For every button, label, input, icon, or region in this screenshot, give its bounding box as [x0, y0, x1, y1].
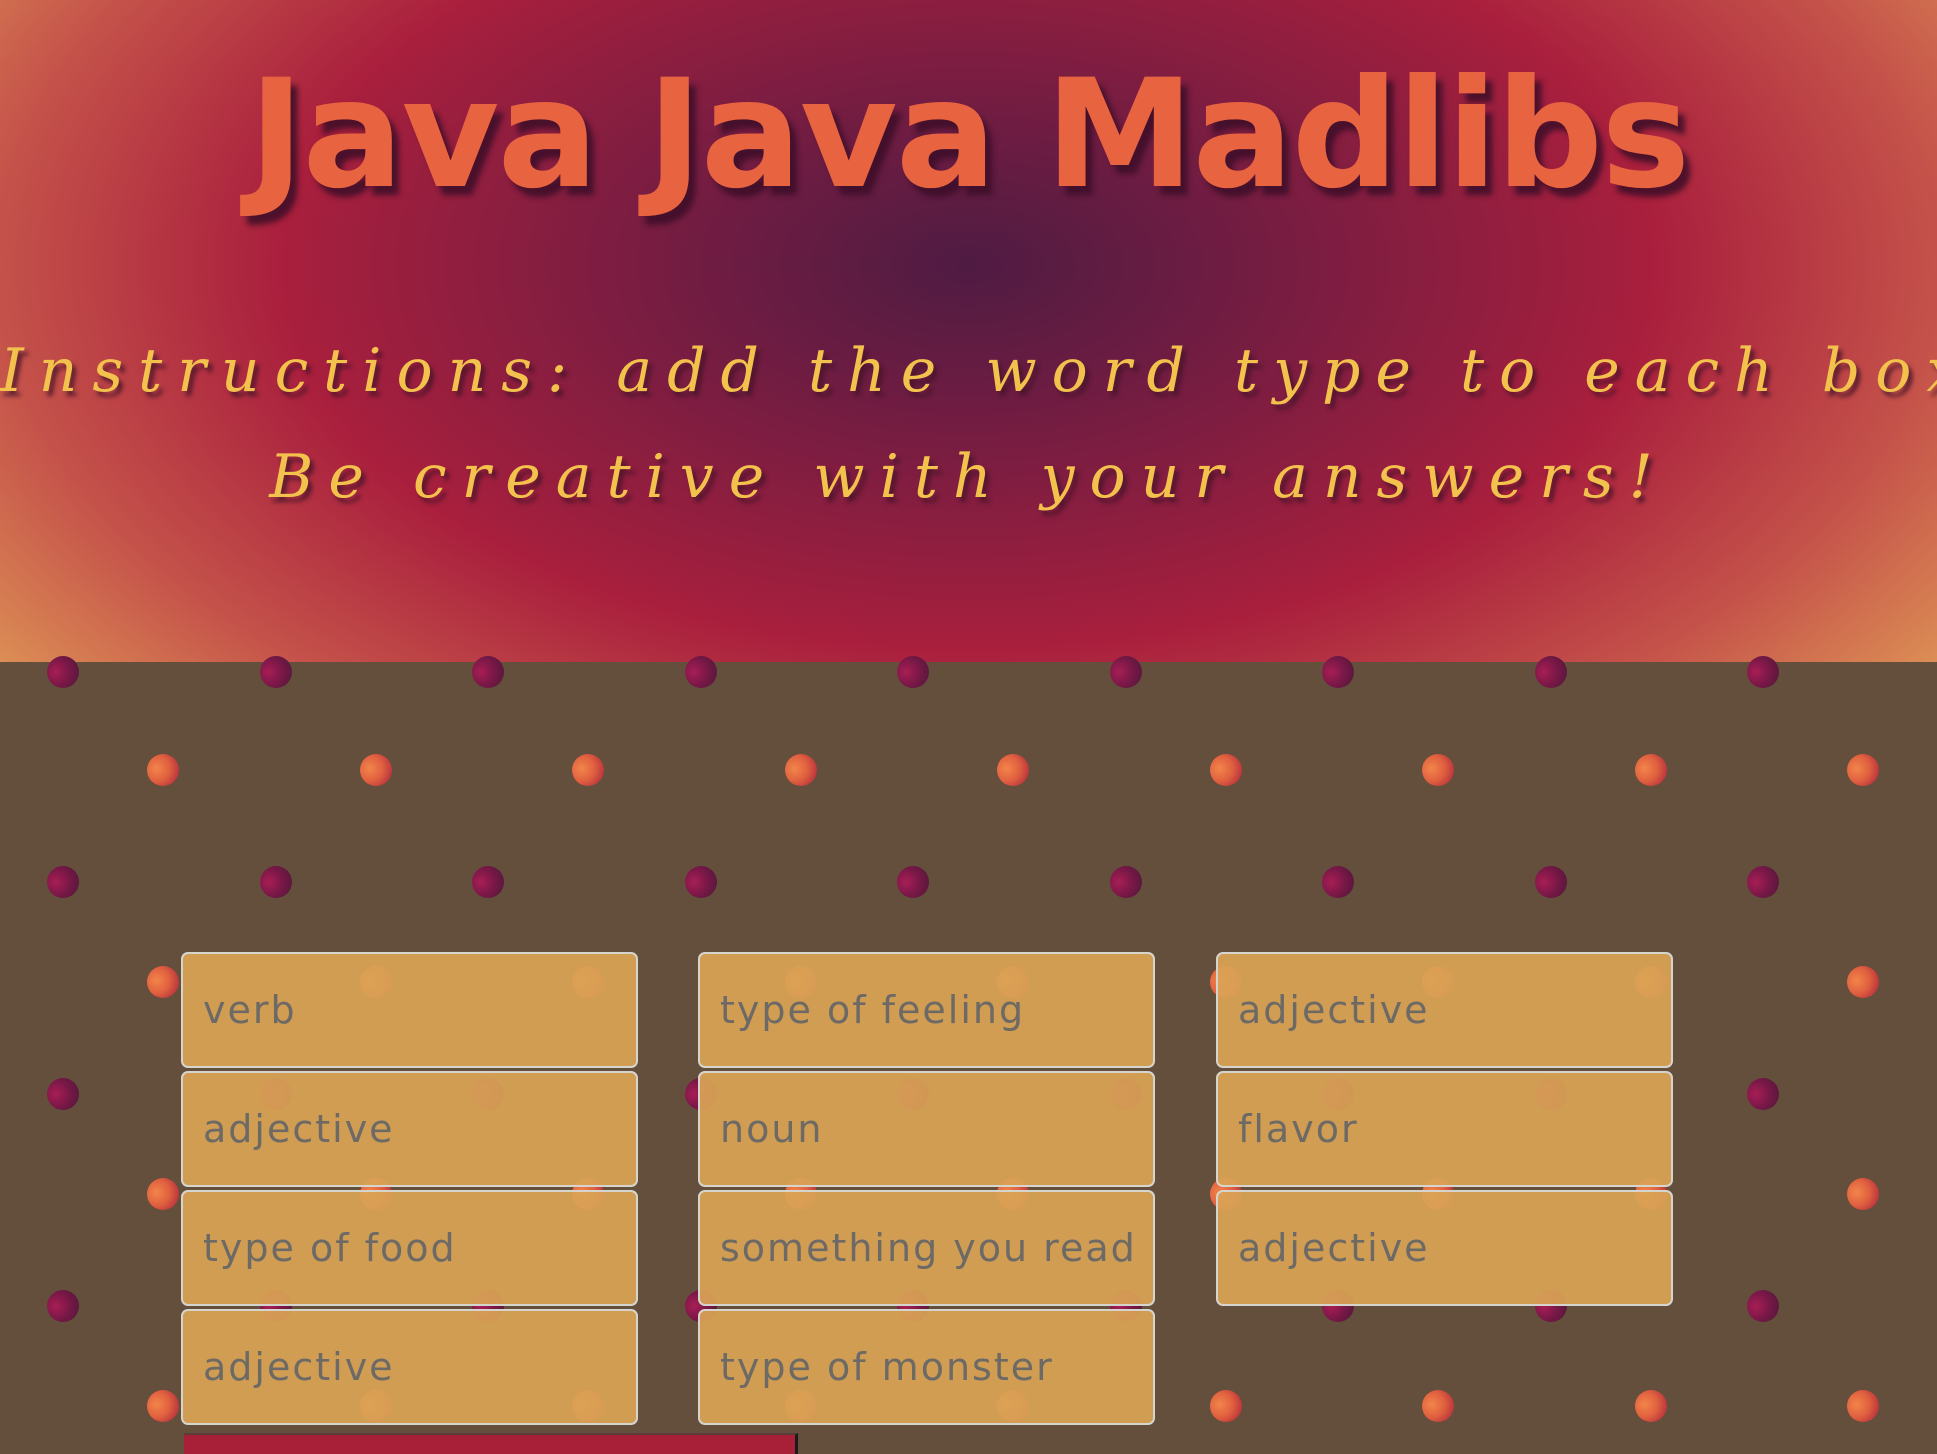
polka-dot	[572, 754, 604, 786]
page-title: Java Java Madlibs	[248, 48, 1691, 222]
polka-dot	[784, 754, 817, 786]
polka-dot	[1747, 1290, 1779, 1322]
instructions-line-1: Instructions: add the word type to each …	[0, 336, 1937, 406]
instructions-line-2: Be creative with your answers!	[269, 442, 1668, 512]
polka-dot	[47, 656, 79, 688]
polka-dot	[997, 754, 1029, 786]
polka-dot	[684, 866, 717, 898]
polka-dot	[1747, 1078, 1779, 1110]
submit-button[interactable]	[184, 1433, 798, 1454]
polka-dot	[1747, 656, 1779, 688]
instructions: Instructions: add the word type to each …	[0, 318, 1937, 530]
polka-dot	[1209, 754, 1242, 786]
polka-dot	[1847, 966, 1879, 998]
polka-dot	[1109, 656, 1142, 688]
polka-dot	[259, 656, 292, 688]
polka-dot	[47, 1078, 79, 1110]
word-input[interactable]	[698, 1309, 1155, 1425]
polka-dot	[1847, 1390, 1879, 1422]
polka-dot	[147, 754, 179, 786]
polka-dot	[47, 1290, 79, 1322]
polka-dot	[1322, 656, 1354, 688]
polka-dot	[1534, 656, 1567, 688]
polka-dot	[1847, 754, 1879, 786]
polka-dot	[1634, 1390, 1667, 1422]
polka-dot	[1747, 866, 1779, 898]
polka-dot	[1634, 754, 1667, 786]
word-input[interactable]	[1216, 1071, 1673, 1187]
polka-dot	[1422, 754, 1454, 786]
word-input[interactable]	[1216, 1190, 1673, 1306]
polka-dot	[147, 1390, 179, 1422]
polka-dot	[147, 1178, 179, 1210]
polka-dot	[684, 656, 717, 688]
polka-dot	[1209, 1390, 1242, 1422]
polka-dot	[259, 866, 292, 898]
polka-dot	[1534, 866, 1567, 898]
polka-dot	[1847, 1178, 1879, 1210]
polka-dot	[1322, 866, 1354, 898]
word-input[interactable]	[181, 952, 638, 1068]
word-input[interactable]	[181, 1190, 638, 1306]
polka-dot	[897, 656, 929, 688]
word-input[interactable]	[181, 1071, 638, 1187]
header-banner: Java Java Madlibs Instructions: add the …	[0, 0, 1937, 662]
polka-dot	[472, 656, 504, 688]
word-input[interactable]	[698, 1071, 1155, 1187]
polka-dot	[472, 866, 504, 898]
word-input[interactable]	[1216, 952, 1673, 1068]
polka-dot	[897, 866, 929, 898]
polka-dot	[359, 754, 392, 786]
word-input[interactable]	[181, 1309, 638, 1425]
polka-dot	[1422, 1390, 1454, 1422]
polka-dot	[147, 966, 179, 998]
polka-dot	[47, 866, 79, 898]
word-input[interactable]	[698, 1190, 1155, 1306]
word-input[interactable]	[698, 952, 1155, 1068]
polka-dot	[1109, 866, 1142, 898]
